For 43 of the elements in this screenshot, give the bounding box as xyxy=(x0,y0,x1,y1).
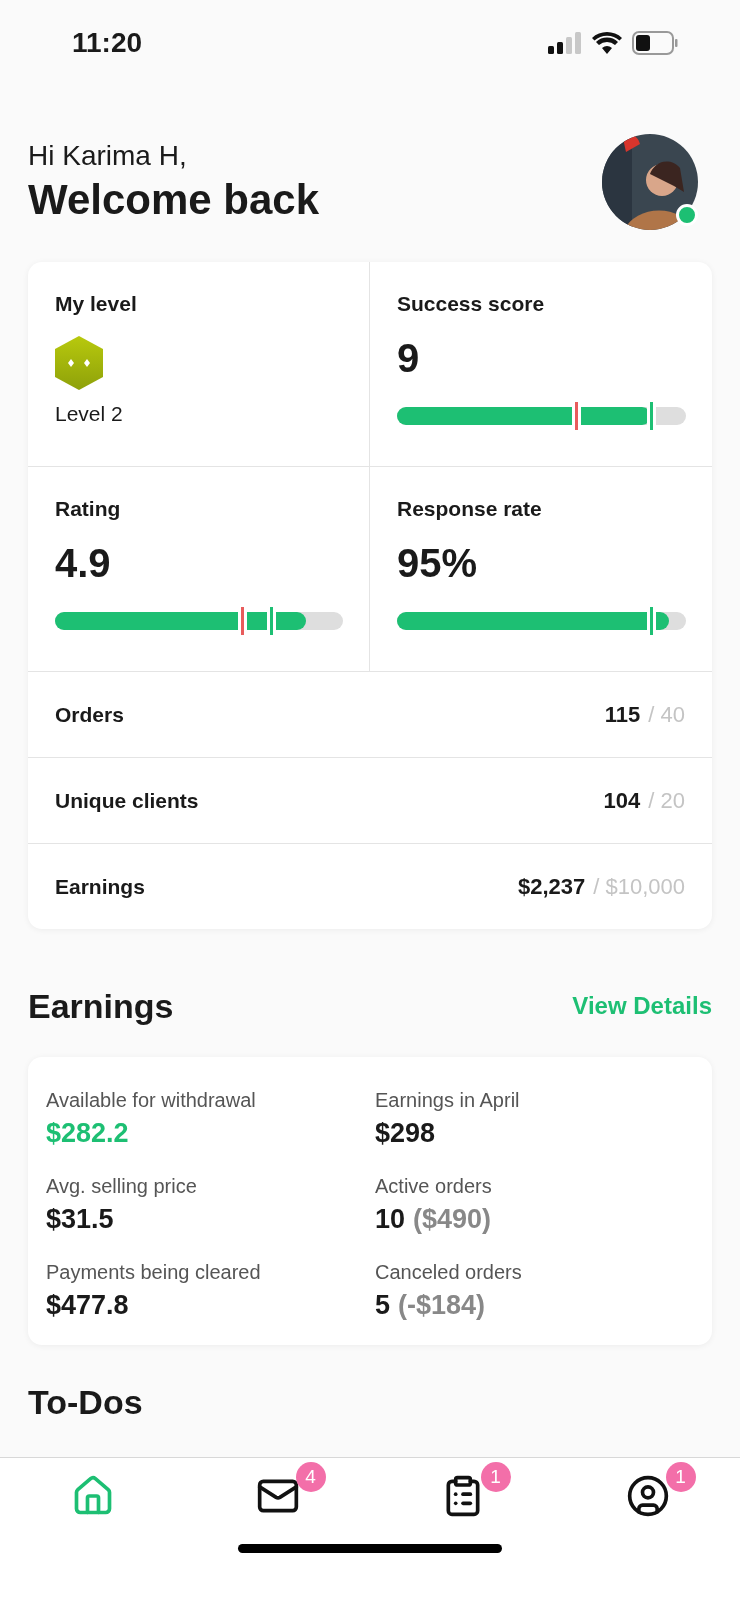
greeting: Hi Karima H, xyxy=(28,140,188,172)
stat-target: / 20 xyxy=(648,787,685,814)
earnings-value: $282.2 xyxy=(46,1118,130,1149)
metric-value: 9 xyxy=(397,336,421,381)
earnings-label: Earnings in April xyxy=(375,1089,521,1112)
notification-count: 1 xyxy=(480,1462,511,1492)
stat-value: $2,237 xyxy=(517,873,586,900)
hexagon-level-icon xyxy=(55,336,103,390)
notification-count: 1 xyxy=(665,1462,696,1492)
level-value: Level 2 xyxy=(55,402,124,426)
stat-label: Unique clients xyxy=(55,788,199,813)
welcome-title: Welcome back xyxy=(28,176,320,224)
stat-value: 115 xyxy=(604,701,641,728)
metric-label: Rating xyxy=(55,497,122,521)
metric-value: 95% xyxy=(397,541,479,586)
earnings-value: $477.8 xyxy=(46,1290,130,1321)
status-time: 11:20 xyxy=(72,27,143,59)
notification-count: 4 xyxy=(295,1462,326,1492)
stat-target: / $10,000 xyxy=(593,873,685,900)
stat-target: / 40 xyxy=(648,701,685,728)
section-title: Earnings xyxy=(28,986,174,1026)
metric-label: My level xyxy=(55,292,138,316)
earnings-value: $298 xyxy=(375,1118,437,1149)
earnings-label: Payments being cleared xyxy=(46,1261,262,1284)
metric-label: Success score xyxy=(397,292,546,316)
earnings-value: 10 ($490) xyxy=(375,1204,493,1235)
stat-value: 104 xyxy=(603,787,641,814)
earnings-label: Available for withdrawal xyxy=(46,1089,257,1112)
earnings-value: 5 (-$184) xyxy=(375,1290,487,1321)
metric-value: 4.9 xyxy=(55,541,112,586)
user-circle-icon xyxy=(625,1474,670,1518)
earnings-label: Active orders xyxy=(375,1175,493,1198)
earnings-label: Avg. selling price xyxy=(46,1175,198,1198)
earnings-value: $31.5 xyxy=(46,1204,115,1235)
section-title: To-Dos xyxy=(27,1382,144,1419)
wifi-icon xyxy=(592,32,622,54)
metric-label: Response rate xyxy=(397,497,543,521)
battery-icon xyxy=(632,31,678,55)
stat-label: Earnings xyxy=(55,874,145,899)
view-details-link[interactable]: View Details xyxy=(572,992,712,1020)
earnings-label: Canceled orders xyxy=(375,1261,523,1284)
stat-label: Orders xyxy=(55,702,124,727)
signal-icon xyxy=(548,32,582,54)
